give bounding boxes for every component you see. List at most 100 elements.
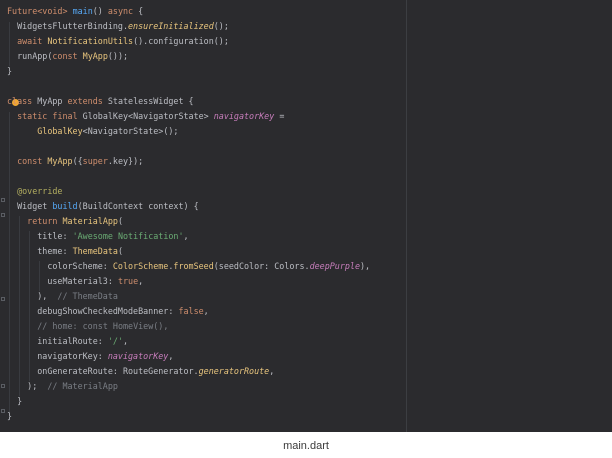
fold-marker-icon[interactable]: [1, 409, 5, 413]
code-line[interactable]: title: 'Awesome Notification',: [7, 229, 188, 244]
code-token: useMaterial3:: [7, 276, 118, 286]
code-token: =: [274, 111, 285, 121]
code-token: );: [7, 381, 48, 391]
code-token: build: [52, 201, 78, 211]
code-line[interactable]: Widget build(BuildContext context) {: [7, 199, 199, 214]
code-token: ());: [107, 51, 129, 61]
code-line[interactable]: }: [7, 64, 12, 79]
code-token: ({: [72, 156, 83, 166]
code-line[interactable]: WidgetsFlutterBinding.ensureInitialized(…: [7, 19, 229, 34]
code-token: GlobalKey: [37, 126, 83, 136]
code-token: navigatorKey: [107, 351, 169, 361]
code-token: class: [7, 96, 33, 106]
code-token: super: [82, 156, 108, 166]
code-token: @override: [17, 186, 63, 196]
code-token: MyApp: [47, 156, 73, 166]
code-token: false: [178, 306, 204, 316]
code-token: MaterialApp: [62, 216, 118, 226]
code-line[interactable]: useMaterial3: true,: [7, 274, 143, 289]
right-margin-guide: [406, 0, 407, 432]
code-token: '/': [107, 336, 123, 346]
code-token: ,: [269, 366, 275, 376]
code-token: (seedColor: Colors.: [213, 261, 310, 271]
code-token: 'Awesome Notification': [72, 231, 184, 241]
code-token: ,: [168, 351, 174, 361]
code-line[interactable]: return MaterialApp(: [7, 214, 123, 229]
code-token: main: [72, 6, 93, 16]
code-token: // home: const HomeView(),: [37, 321, 169, 331]
code-token: ();: [213, 21, 229, 31]
code-token: ,: [138, 276, 144, 286]
code-token: Widget: [7, 201, 53, 211]
code-token: <void>: [37, 6, 68, 16]
code-line[interactable]: runApp(const MyApp());: [7, 49, 128, 64]
code-token: async: [107, 6, 134, 16]
code-line[interactable]: Future<void> main() async {: [7, 4, 143, 19]
fold-marker-icon[interactable]: [1, 213, 5, 217]
code-line[interactable]: static final GlobalKey<NavigatorState> n…: [7, 109, 284, 124]
code-line[interactable]: colorScheme: ColorScheme.fromSeed(seedCo…: [7, 259, 370, 274]
fold-marker-icon[interactable]: [1, 198, 5, 202]
code-token: // ThemeData: [57, 291, 118, 301]
code-token: await: [17, 36, 43, 46]
code-token: return: [27, 216, 58, 226]
code-line[interactable]: }: [7, 409, 12, 424]
code-line[interactable]: ), // ThemeData: [7, 289, 118, 304]
file-caption: main.dart: [283, 440, 329, 452]
code-line[interactable]: debugShowCheckedModeBanner: false,: [7, 304, 209, 319]
code-line[interactable]: }: [7, 394, 22, 409]
code-token: }: [7, 396, 23, 406]
code-line[interactable]: theme: ThemeData(: [7, 244, 123, 259]
code-token: final: [52, 111, 78, 121]
code-line[interactable]: @override: [7, 184, 62, 199]
code-line[interactable]: await NotificationUtils().configuration(…: [7, 34, 229, 49]
code-token: ),: [359, 261, 371, 271]
code-token: ),: [7, 291, 58, 301]
code-token: // MaterialApp: [47, 381, 118, 391]
code-token: extends: [67, 96, 103, 106]
code-token: generatorRoute: [198, 366, 270, 376]
code-token: WidgetsFlutterBinding.: [7, 21, 129, 31]
code-token: static: [17, 111, 48, 121]
code-token: <NavigatorState>();: [82, 126, 179, 136]
code-token: StatelessWidget {: [102, 96, 194, 106]
code-token: runApp(: [7, 51, 53, 61]
code-token: fromSeed: [173, 261, 214, 271]
code-token: ensureInitialized: [128, 21, 214, 31]
code-line[interactable]: navigatorKey: navigatorKey,: [7, 349, 173, 364]
code-token: const: [17, 156, 43, 166]
code-token: }: [7, 66, 13, 76]
code-token: NotificationUtils: [47, 36, 134, 46]
code-token: debugShowCheckedModeBanner:: [7, 306, 179, 316]
code-token: deepPurple: [309, 261, 360, 271]
fold-marker-icon[interactable]: [1, 384, 5, 388]
code-token: navigatorKey: [213, 111, 275, 121]
code-token: colorScheme:: [7, 261, 113, 271]
code-token: .key});: [107, 156, 144, 166]
code-line[interactable]: // home: const HomeView(),: [7, 319, 168, 334]
code-token: GlobalKey<NavigatorState>: [77, 111, 214, 121]
code-token: MyApp: [82, 51, 108, 61]
code-editor[interactable]: Future<void> main() async { WidgetsFlutt…: [0, 0, 612, 432]
code-token: {: [133, 6, 144, 16]
code-line[interactable]: onGenerateRoute: RouteGenerator.generato…: [7, 364, 274, 379]
code-token: ColorScheme: [112, 261, 169, 271]
code-token: ,: [122, 336, 129, 346]
code-line[interactable]: GlobalKey<NavigatorState>();: [7, 124, 178, 139]
code-line[interactable]: initialRoute: '/',: [7, 334, 128, 349]
code-token: (: [117, 246, 123, 256]
code-token: initialRoute:: [7, 336, 108, 346]
code-line[interactable]: const MyApp({super.key});: [7, 154, 143, 169]
code-token: const: [52, 51, 78, 61]
code-token: ThemeData: [72, 246, 118, 256]
fold-marker-icon[interactable]: [1, 297, 5, 301]
code-line[interactable]: class MyApp extends StatelessWidget {: [7, 94, 194, 109]
code-line[interactable]: ); // MaterialApp: [7, 379, 118, 394]
code-token: ,: [203, 306, 209, 316]
